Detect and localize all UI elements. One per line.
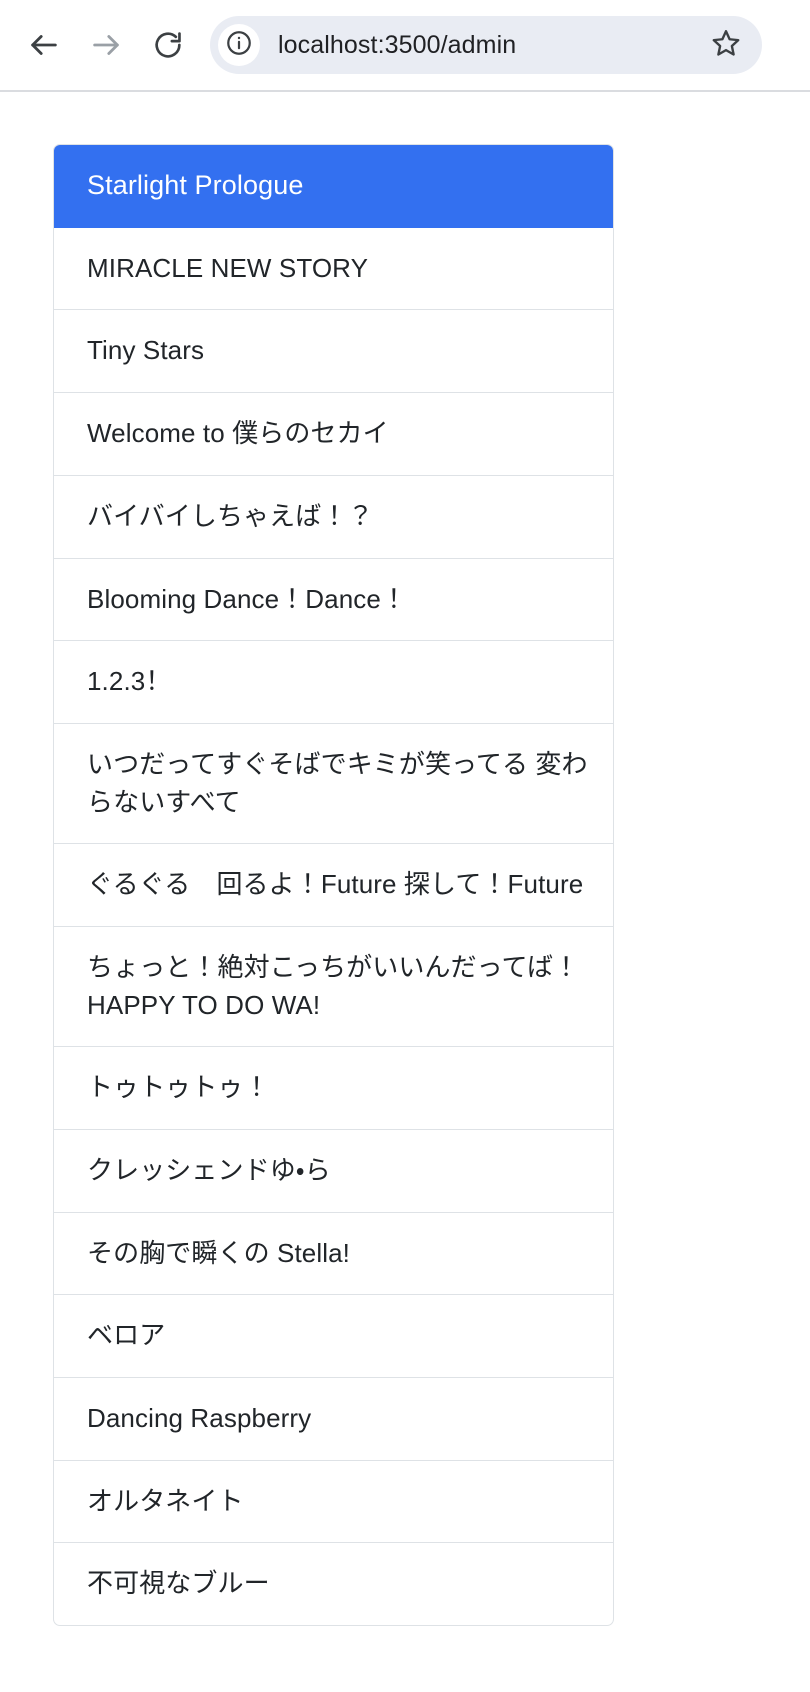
list-item[interactable]: ちょっと！絶対こっちがいいんだってば！ HAPPY TO DO WA!	[54, 925, 613, 1046]
list-item[interactable]: Blooming Dance！Dance！	[54, 557, 613, 641]
arrow-right-icon	[89, 28, 123, 62]
back-button[interactable]	[20, 21, 68, 69]
page-viewport: Starlight Prologue MIRACLE NEW STORY Tin…	[0, 92, 810, 1692]
song-list: MIRACLE NEW STORY Tiny Stars Welcome to …	[54, 228, 613, 1625]
browser-toolbar: localhost:3500/admin	[0, 0, 810, 92]
list-item[interactable]: その胸で瞬くの Stella!	[54, 1211, 613, 1295]
list-item[interactable]: Welcome to 僕らのセカイ	[54, 392, 613, 475]
list-item[interactable]: 不可視なブルー	[54, 1542, 613, 1625]
list-card-header: Starlight Prologue	[54, 145, 613, 228]
reload-icon	[152, 29, 184, 61]
list-item[interactable]: ベロア	[54, 1294, 613, 1377]
arrow-left-icon	[27, 28, 61, 62]
list-item[interactable]: MIRACLE NEW STORY	[54, 228, 613, 310]
list-item[interactable]: 1.2.3！	[54, 640, 613, 723]
list-item[interactable]: ぐるぐる 回るよ！Future 探して！Future	[54, 843, 613, 926]
reload-button[interactable]	[144, 21, 192, 69]
info-circle-icon	[225, 29, 253, 62]
site-info-button[interactable]	[218, 24, 260, 66]
bookmark-button[interactable]	[704, 23, 748, 67]
forward-button[interactable]	[82, 21, 130, 69]
list-item[interactable]: クレッシェンドゆ・ら	[54, 1129, 613, 1212]
list-item[interactable]: Dancing Raspberry	[54, 1377, 613, 1460]
list-item[interactable]: オルタネイト	[54, 1459, 613, 1543]
song-list-card: Starlight Prologue MIRACLE NEW STORY Tin…	[53, 144, 614, 1627]
address-bar[interactable]: localhost:3500/admin	[210, 16, 762, 74]
list-item[interactable]: Tiny Stars	[54, 309, 613, 392]
list-item[interactable]: トゥトゥトゥ！	[54, 1046, 613, 1129]
url-text[interactable]: localhost:3500/admin	[278, 31, 704, 60]
star-outline-icon	[711, 28, 741, 63]
list-item[interactable]: いつだってすぐそばでキミが笑ってる 変わらないすべて	[54, 722, 613, 843]
list-item[interactable]: バイバイしちゃえば！？	[54, 474, 613, 558]
